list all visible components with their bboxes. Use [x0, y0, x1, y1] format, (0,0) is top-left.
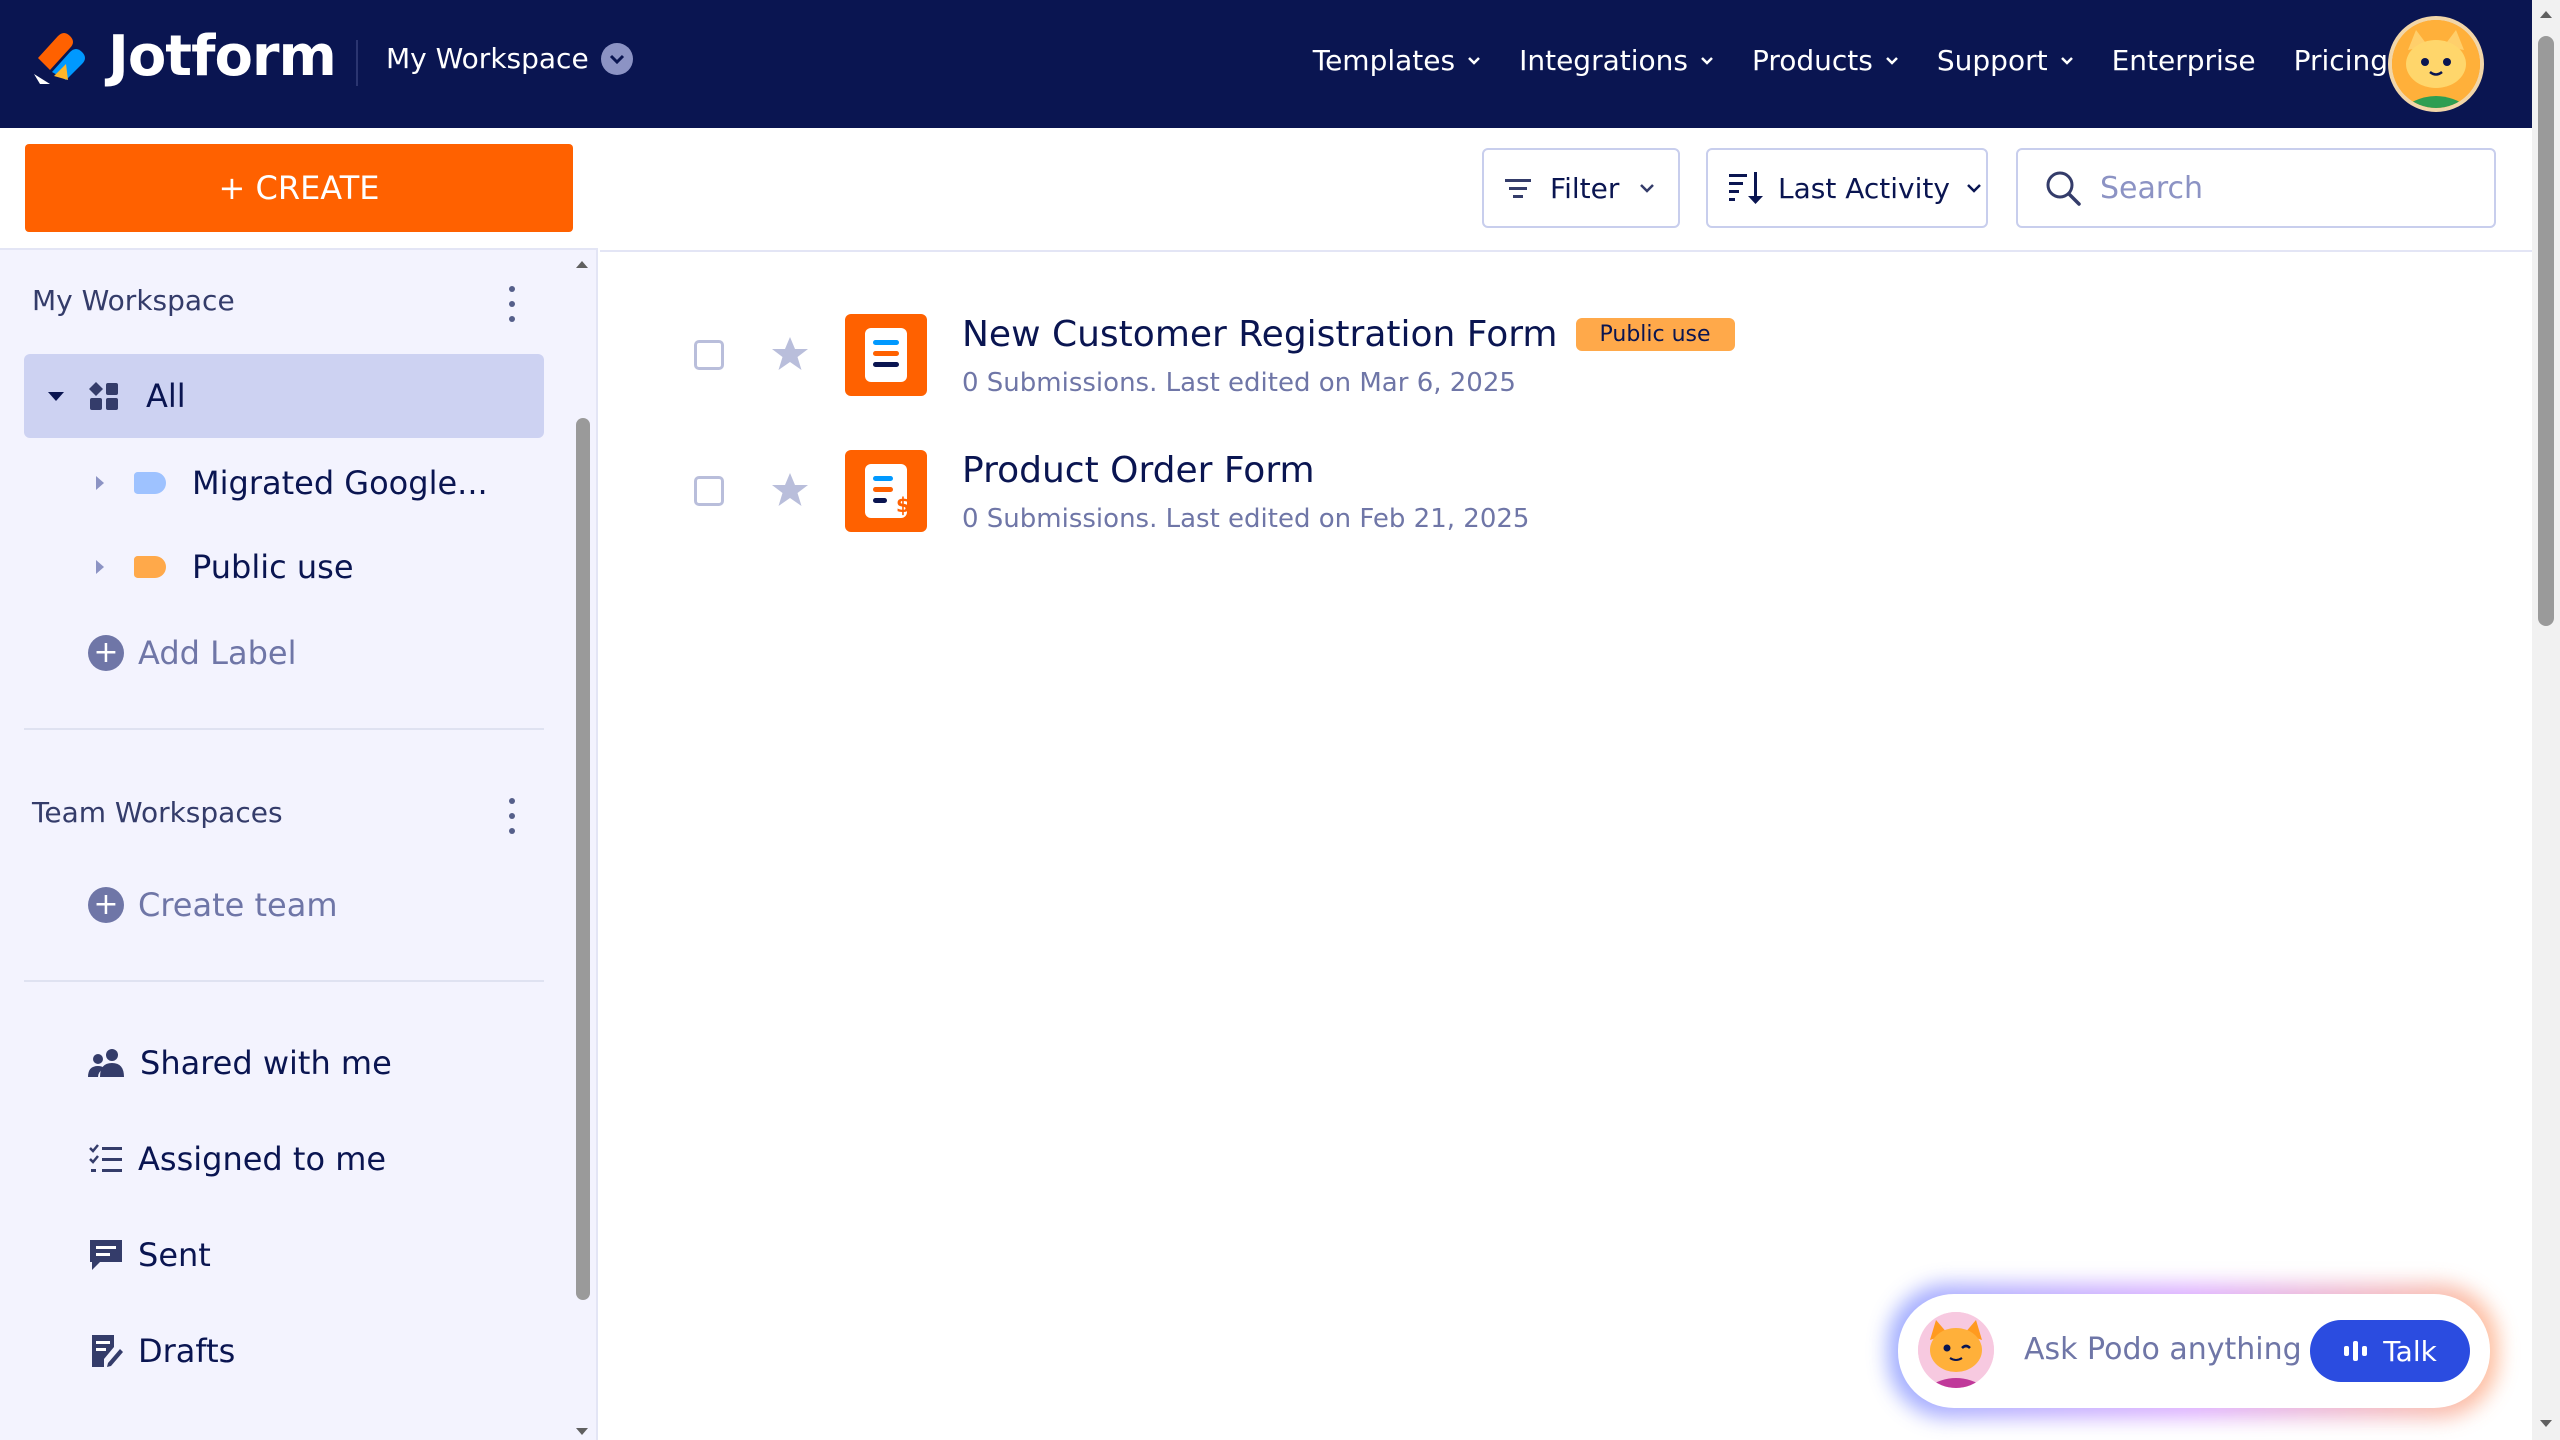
sidebar-item-all-label: All — [146, 377, 186, 415]
sidebar-divider — [24, 728, 544, 730]
sidebar-divider — [24, 980, 544, 982]
form-select-checkbox[interactable] — [694, 340, 724, 370]
cat-avatar-icon — [2392, 20, 2480, 108]
checklist-icon — [89, 1144, 122, 1172]
nav-products[interactable]: Products — [1752, 44, 1899, 77]
caret-right-icon[interactable] — [96, 476, 104, 490]
nav-separator — [356, 40, 358, 86]
filter-button[interactable]: Filter — [1482, 148, 1680, 228]
brand-name[interactable]: Jotform — [108, 24, 337, 89]
talk-button[interactable]: Talk — [2310, 1320, 2470, 1382]
podo-avatar — [1918, 1312, 1994, 1388]
workspace-switcher[interactable]: My Workspace — [386, 42, 633, 75]
form-list-item[interactable]: $ Product Order Form 0 Submissions. Last… — [690, 450, 1890, 540]
label-badge: Public use — [1575, 318, 1735, 351]
top-navigation: Jotform My Workspace Templates Integrati… — [0, 0, 2532, 128]
nav-integrations[interactable]: Integrations — [1519, 44, 1714, 77]
message-icon — [90, 1240, 122, 1270]
chevron-down-icon — [1468, 56, 1480, 65]
add-label-button[interactable]: + Add Label — [88, 634, 296, 672]
sidebar-label-migrated[interactable]: Migrated Google... — [96, 464, 488, 502]
chevron-down-icon — [600, 42, 633, 75]
scroll-down-icon[interactable] — [2538, 1418, 2554, 1430]
scroll-up-icon[interactable] — [2538, 8, 2554, 20]
caret-right-icon[interactable] — [96, 560, 104, 574]
people-icon — [88, 1049, 124, 1077]
svg-text:$: $ — [896, 493, 910, 517]
create-button[interactable]: + CREATE — [25, 144, 573, 232]
filter-icon — [1505, 179, 1531, 198]
scroll-up-icon[interactable] — [574, 258, 590, 270]
form-icon[interactable] — [845, 314, 927, 396]
caret-down-icon[interactable] — [48, 391, 64, 401]
forms-toolbar: Filter Last Activity — [600, 128, 2532, 252]
chevron-down-icon — [1967, 184, 1981, 193]
nav-templates[interactable]: Templates — [1313, 44, 1481, 77]
all-forms-icon — [89, 382, 118, 410]
form-title-row[interactable]: Product Order Form — [962, 450, 1315, 491]
create-team-button[interactable]: + Create team — [88, 886, 338, 924]
jotform-logo-icon[interactable] — [30, 28, 86, 88]
podo-cat-icon — [1918, 1312, 1994, 1388]
form-title[interactable]: Product Order Form — [962, 450, 1315, 491]
sort-icon — [1729, 172, 1763, 204]
search-icon — [2046, 171, 2081, 206]
team-workspaces-more-icon[interactable] — [506, 798, 518, 834]
create-area: + CREATE — [0, 128, 598, 250]
nav-enterprise[interactable]: Enterprise — [2112, 44, 2256, 77]
my-workspace-title: My Workspace — [32, 284, 235, 317]
sidebar-item-drafts[interactable]: Drafts — [88, 1332, 235, 1370]
voice-bars-icon — [2344, 1341, 2368, 1361]
plus-circle-icon: + — [88, 635, 124, 671]
sidebar-item-assigned-to-me[interactable]: Assigned to me — [88, 1140, 386, 1178]
form-meta: 0 Submissions. Last edited on Mar 6, 202… — [962, 368, 1516, 398]
form-meta: 0 Submissions. Last edited on Feb 21, 20… — [962, 504, 1530, 534]
sort-button[interactable]: Last Activity — [1706, 148, 1988, 228]
nav-support[interactable]: Support — [1937, 44, 2074, 77]
plus-circle-icon: + — [88, 887, 124, 923]
podo-prompt[interactable]: Ask Podo anything — [2024, 1332, 2302, 1367]
form-document-icon — [865, 328, 907, 382]
page-scroll-thumb[interactable] — [2538, 36, 2554, 626]
sidebar-item-sent[interactable]: Sent — [88, 1236, 211, 1274]
star-icon[interactable] — [770, 470, 810, 510]
chevron-down-icon — [1701, 56, 1713, 65]
workspace-label: My Workspace — [386, 42, 589, 75]
search-box[interactable] — [2016, 148, 2496, 228]
search-input[interactable] — [2100, 170, 2480, 206]
team-workspaces-title: Team Workspaces — [32, 796, 283, 829]
sidebar-scroll-thumb[interactable] — [576, 418, 590, 1300]
form-icon[interactable]: $ — [845, 450, 927, 532]
chevron-down-icon — [2060, 56, 2073, 65]
form-title[interactable]: New Customer Registration Form — [962, 314, 1558, 355]
sidebar: + CREATE My Workspace All Migrated Googl… — [0, 128, 598, 1440]
chevron-down-icon — [1640, 184, 1655, 193]
podo-assistant-bar[interactable]: Ask Podo anything Talk — [1898, 1294, 2490, 1408]
my-workspace-more-icon[interactable] — [506, 286, 518, 322]
sidebar-scrollbar[interactable] — [568, 258, 596, 1440]
star-icon[interactable] — [770, 334, 810, 374]
chevron-down-icon — [1885, 56, 1898, 65]
sidebar-item-all[interactable]: All — [24, 354, 544, 438]
sidebar-label-public-use[interactable]: Public use — [96, 548, 354, 586]
user-avatar[interactable] — [2388, 16, 2484, 112]
form-select-checkbox[interactable] — [694, 476, 724, 506]
draft-icon — [92, 1335, 123, 1367]
main-nav: Templates Integrations Products Support … — [1313, 44, 2388, 77]
form-title-row[interactable]: New Customer Registration Form Public us… — [962, 314, 1735, 355]
payment-form-icon: $ — [865, 464, 910, 518]
form-list-item[interactable]: New Customer Registration Form Public us… — [690, 314, 1890, 404]
scroll-down-icon[interactable] — [574, 1426, 590, 1438]
page-scrollbar[interactable] — [2532, 0, 2560, 1440]
label-tag-icon — [134, 556, 166, 578]
nav-pricing[interactable]: Pricing — [2294, 44, 2388, 77]
label-tag-icon — [134, 472, 166, 494]
sidebar-item-shared-with-me[interactable]: Shared with me — [88, 1044, 392, 1082]
